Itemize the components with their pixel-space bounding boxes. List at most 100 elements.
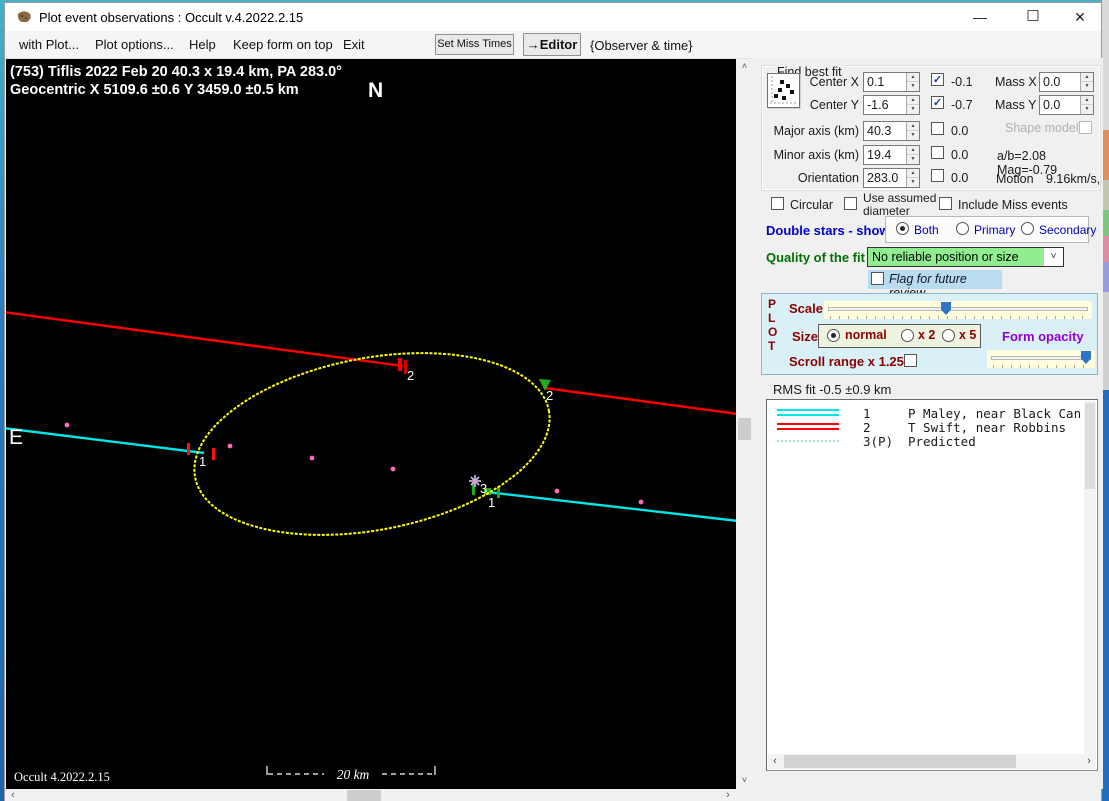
center-x-value[interactable]: 0.1	[867, 75, 884, 89]
scale-slider-thumb[interactable]	[941, 302, 951, 315]
mass-y-value[interactable]: 0.0	[1043, 98, 1060, 112]
center-y-checkbox[interactable]: ✓	[931, 96, 944, 109]
menu-with-plot[interactable]: with Plot...	[19, 37, 79, 52]
desktop-strip	[1102, 210, 1109, 236]
scale-label: Scale	[789, 301, 823, 316]
set-miss-times-button[interactable]: Set Miss Times	[435, 34, 514, 55]
minor-axis-spinbox[interactable]: 19.4 ▲ ▼	[863, 145, 920, 165]
maximize-button[interactable]: ☐	[1011, 3, 1055, 31]
menu-bar: with Plot... Plot options... Help Keep f…	[5, 31, 1101, 59]
spin-up-icon[interactable]: ▲	[1081, 96, 1093, 105]
observation-row[interactable]: 3(P) Predicted	[767, 434, 1097, 449]
scroll-down-arrow[interactable]: ˅	[737, 773, 752, 789]
spin-up-icon[interactable]: ▲	[907, 169, 919, 178]
minimize-button[interactable]: —	[958, 3, 1002, 31]
radio-secondary[interactable]	[1021, 222, 1034, 235]
center-x-checkbox[interactable]: ✓	[931, 73, 944, 86]
close-button[interactable]: ✕	[1058, 3, 1102, 31]
desktop-strip	[1102, 236, 1109, 262]
chord1-line-left	[6, 427, 205, 455]
radio-both-label: Both	[914, 223, 939, 237]
scroll-left-arrow[interactable]: ‹	[5, 789, 21, 801]
opacity-slider-thumb[interactable]	[1081, 351, 1091, 364]
spin-up-icon[interactable]: ▲	[907, 122, 919, 131]
opacity-slider[interactable]	[987, 350, 1095, 368]
spin-down-icon[interactable]: ▼	[1081, 82, 1093, 91]
list-horizontal-scrollbar[interactable]: ‹ ›	[768, 754, 1096, 769]
vertical-scroll-thumb[interactable]	[738, 418, 751, 440]
minor-axis-checkbox[interactable]	[931, 146, 944, 159]
orientation-spinbox[interactable]: 283.0 ▲ ▼	[863, 168, 920, 188]
shape-model-checkbox[interactable]	[1079, 121, 1092, 134]
title-bar[interactable]: Plot event observations : Occult v.4.202…	[5, 3, 1101, 31]
observation-row[interactable]: 2 T Swift, near Robbins	[767, 420, 1097, 435]
list-vertical-scrollbar[interactable]	[1084, 401, 1096, 755]
major-axis-spinbox[interactable]: 40.3 ▲ ▼	[863, 121, 920, 141]
scale-slider-ticks	[830, 316, 1086, 319]
spin-down-icon[interactable]: ▼	[907, 131, 919, 140]
chord2-line-right	[544, 386, 736, 415]
orientation-checkbox[interactable]	[931, 169, 944, 182]
list-scroll-left-arrow[interactable]: ‹	[768, 755, 782, 768]
spin-down-icon[interactable]: ▼	[907, 178, 919, 187]
scale-slider[interactable]	[824, 301, 1092, 319]
include-miss-checkbox[interactable]	[939, 197, 952, 210]
observation-number: 3(P)	[863, 434, 894, 449]
motion-value: 9.16km/s,	[1046, 172, 1101, 186]
radio-size-normal[interactable]	[827, 329, 840, 342]
circular-checkbox[interactable]	[771, 197, 784, 210]
spin-up-icon[interactable]: ▲	[907, 96, 919, 105]
mass-x-value[interactable]: 0.0	[1043, 75, 1060, 89]
menu-keep-on-top[interactable]: Keep form on top	[233, 37, 333, 52]
observation-row[interactable]: 1 P Maley, near Black Can	[767, 406, 1097, 421]
menu-plot-options[interactable]: Plot options...	[95, 37, 174, 52]
spin-down-icon[interactable]: ▼	[907, 155, 919, 164]
plot-horizontal-scrollbar[interactable]: ‹ ›	[5, 789, 736, 801]
spin-up-icon[interactable]: ▲	[907, 73, 919, 82]
radio-size-x2[interactable]	[901, 329, 914, 342]
menu-exit[interactable]: Exit	[343, 37, 365, 52]
observations-listbox[interactable]: 1 P Maley, near Black Can 2 T Swift, nea…	[766, 399, 1098, 771]
minor-axis-label: Minor axis (km)	[773, 148, 859, 162]
flag-review-wrap: Flag for future review	[868, 270, 1002, 300]
plot-letter-o: O	[768, 325, 778, 339]
orientation-value[interactable]: 283.0	[867, 171, 898, 185]
chord1-color-sample	[777, 409, 839, 416]
center-x-spinbox[interactable]: 0.1 ▲ ▼	[863, 72, 920, 92]
chord2-line-left	[6, 311, 404, 368]
major-axis-value[interactable]: 40.3	[867, 124, 891, 138]
spin-up-icon[interactable]: ▲	[907, 146, 919, 155]
spin-up-icon[interactable]: ▲	[1081, 73, 1093, 82]
editor-button[interactable]: →Editor	[523, 33, 581, 56]
plot-title-line2: Geocentric X 5109.6 ±0.6 Y 3459.0 ±0.5 k…	[10, 82, 299, 98]
mass-x-spinbox[interactable]: 0.0 ▲ ▼	[1039, 72, 1094, 92]
asteroid-app-icon	[17, 11, 31, 23]
dropdown-arrow-icon[interactable]: ˅	[1044, 248, 1063, 266]
list-scroll-right-arrow[interactable]: ›	[1082, 755, 1096, 768]
major-axis-checkbox[interactable]	[931, 122, 944, 135]
scroll-range-checkbox[interactable]	[904, 354, 917, 367]
radio-both[interactable]	[896, 222, 909, 235]
spin-down-icon[interactable]: ▼	[907, 82, 919, 91]
spin-down-icon[interactable]: ▼	[907, 105, 919, 114]
list-vscroll-thumb[interactable]	[1085, 403, 1095, 489]
chord2-d-label: 2	[407, 368, 414, 383]
minor-axis-value[interactable]: 19.4	[867, 148, 891, 162]
spin-down-icon[interactable]: ▼	[1081, 105, 1093, 114]
center-y-value[interactable]: -1.6	[867, 98, 889, 112]
scroll-up-arrow[interactable]: ˄	[737, 59, 752, 75]
assumed-diameter-checkbox[interactable]	[844, 197, 857, 210]
plot-canvas[interactable]: 2 2 1 1 3 (753) Tiflis 2022 Feb 20 40.3 …	[6, 59, 736, 789]
plot-vertical-scrollbar[interactable]: ˄ ˅	[737, 59, 752, 789]
menu-help[interactable]: Help	[189, 37, 216, 52]
center-y-spinbox[interactable]: -1.6 ▲ ▼	[863, 95, 920, 115]
horizontal-scroll-thumb[interactable]	[347, 790, 381, 801]
scroll-range-label: Scroll range x 1.25	[789, 354, 904, 369]
flag-review-checkbox[interactable]	[871, 272, 884, 285]
list-hscroll-thumb[interactable]	[784, 755, 1016, 768]
quality-dropdown[interactable]: No reliable position or size ˅	[867, 247, 1064, 267]
radio-size-x5[interactable]	[942, 329, 955, 342]
scroll-right-arrow[interactable]: ›	[720, 789, 736, 801]
mass-y-spinbox[interactable]: 0.0 ▲ ▼	[1039, 95, 1094, 115]
radio-primary[interactable]	[956, 222, 969, 235]
